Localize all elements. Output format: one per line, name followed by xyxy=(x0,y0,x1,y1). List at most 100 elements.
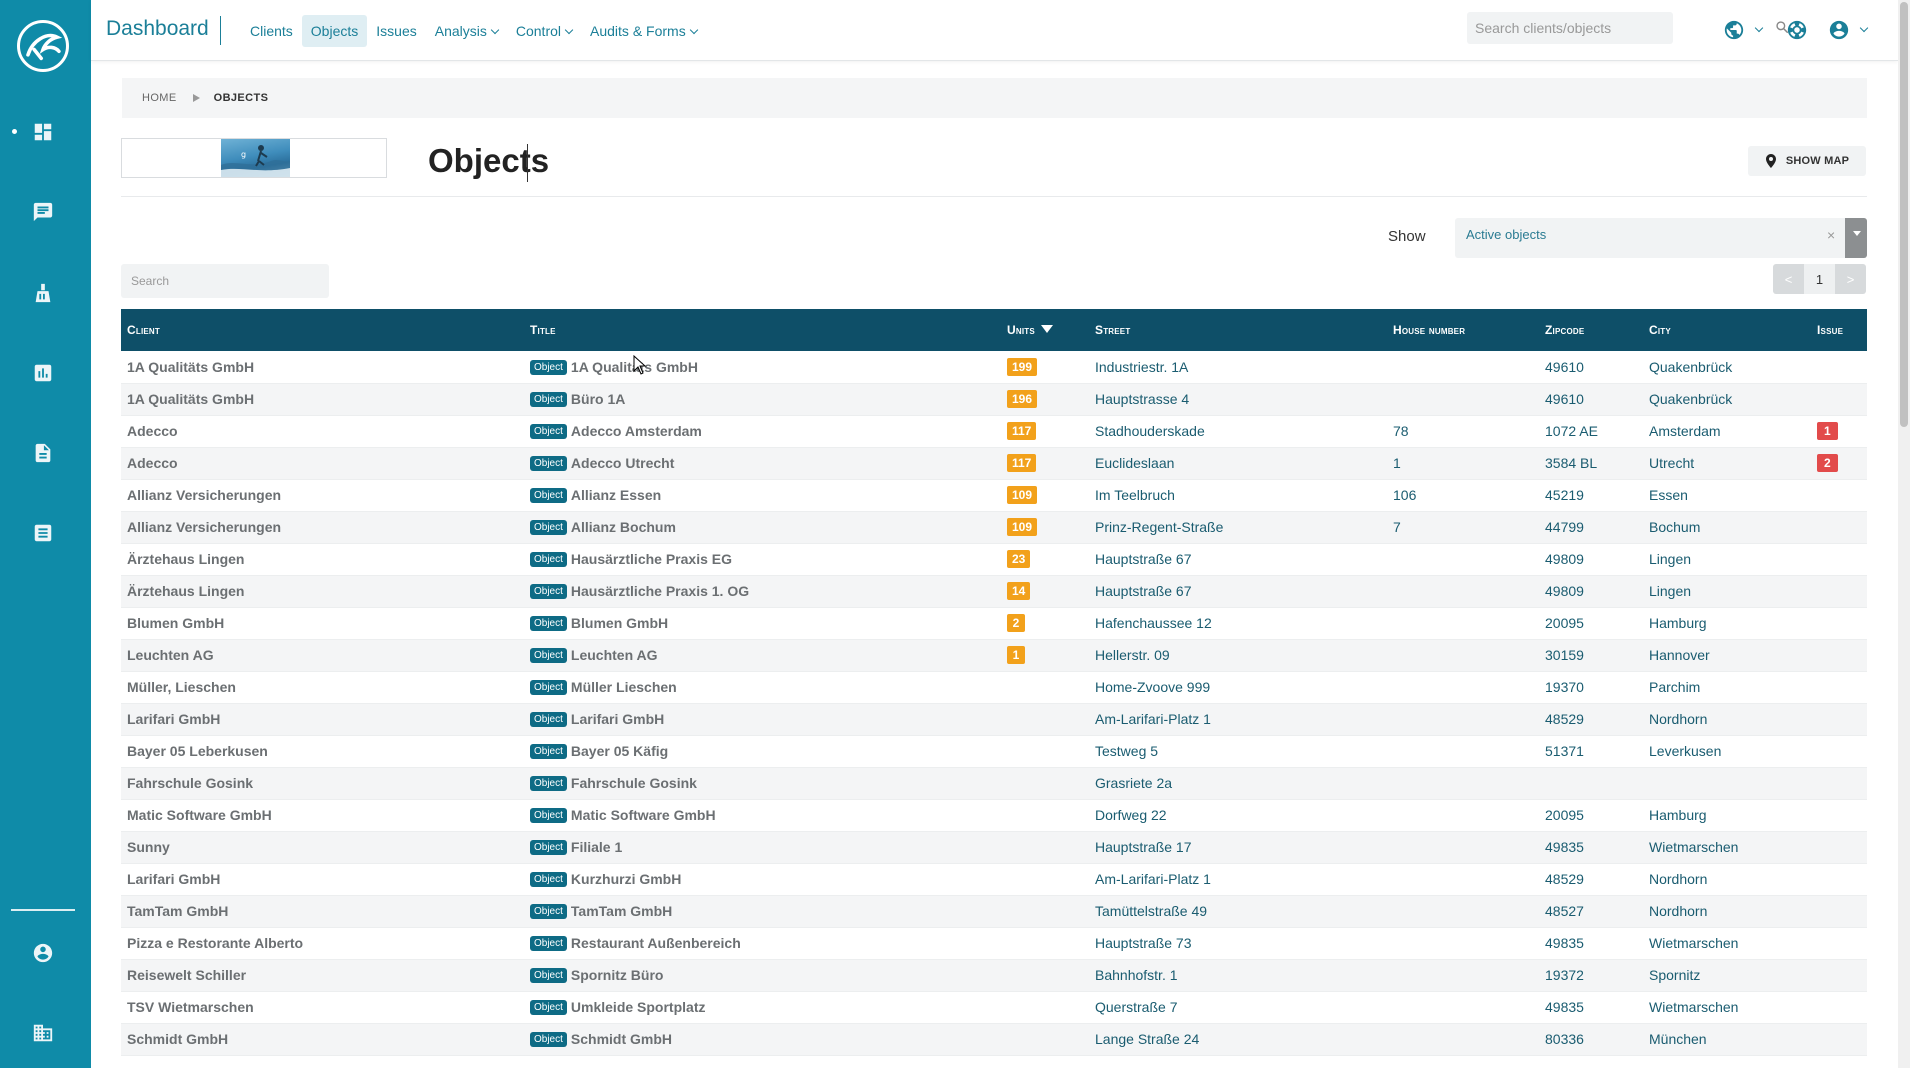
cell-title[interactable]: Object 1A Qualitäts GmbH xyxy=(524,351,1001,384)
show-filter-select[interactable]: Active objects × xyxy=(1455,218,1867,258)
cell-client[interactable]: Leuchten AG xyxy=(121,639,524,672)
column-header-title[interactable]: Title xyxy=(524,309,1001,351)
cell-client[interactable]: TamTam GmbH xyxy=(121,895,524,928)
column-header-units[interactable]: Units xyxy=(1001,309,1089,351)
cell-title[interactable]: Object Umkleide Sportplatz xyxy=(524,991,1001,1024)
table-row[interactable]: Müller, Lieschen Object Müller Lieschen Hom… xyxy=(121,671,1867,704)
cell-title[interactable]: Object Bayer 05 Käfig xyxy=(524,735,1001,768)
column-header-zipcode[interactable]: Zipcode xyxy=(1539,309,1643,351)
dropdown-arrow-icon[interactable] xyxy=(1845,218,1867,258)
table-row[interactable]: Fahrschule Gosink Object Fahrschule Gosink… xyxy=(121,767,1867,800)
cell-title[interactable]: Object Adecco Amsterdam xyxy=(524,415,1001,448)
table-row[interactable]: 1A Qualitäts GmbH Object Büro 1A 196 Hauptst… xyxy=(121,383,1867,416)
table-row[interactable]: Pizza e Restorante Alberto Object Restaura… xyxy=(121,927,1867,960)
cell-title[interactable]: Object Adecco Utrecht xyxy=(524,447,1001,480)
document-icon[interactable] xyxy=(29,439,56,466)
table-row[interactable]: Ärztehaus Lingen Object Hausärztliche Prax… xyxy=(121,543,1867,576)
cell-title[interactable]: Object Spornitz Büro xyxy=(524,959,1001,992)
nav-analysis[interactable]: Analysis xyxy=(426,15,507,47)
cell-title[interactable]: Object Allianz Bochum xyxy=(524,511,1001,544)
cell-title[interactable]: Object Larifari GmbH xyxy=(524,703,1001,736)
cell-client[interactable]: Ärztehaus Lingen xyxy=(121,543,524,576)
nav-issues[interactable]: Issues xyxy=(367,15,425,47)
column-header-street[interactable]: Street xyxy=(1089,309,1387,351)
clear-icon[interactable]: × xyxy=(1827,227,1835,243)
chat-icon[interactable] xyxy=(29,198,56,225)
cell-client[interactable]: 1A Qualitäts GmbH xyxy=(121,351,524,384)
table-row[interactable]: Schmidt GmbH Object Schmidt GmbH Lange Stra… xyxy=(121,1023,1867,1056)
cell-title[interactable]: Object Blumen GmbH xyxy=(524,607,1001,640)
cell-client[interactable]: Sunny xyxy=(121,831,524,864)
table-row[interactable]: Larifari GmbH Object Kurzhurzi GmbH Am-Lari… xyxy=(121,863,1867,896)
cell-client[interactable]: Blumen GmbH xyxy=(121,607,524,640)
language-menu[interactable] xyxy=(1723,18,1764,42)
pagination-page-1[interactable]: 1 xyxy=(1804,264,1835,294)
app-logo[interactable] xyxy=(17,20,69,72)
cell-client[interactable]: Larifari GmbH xyxy=(121,863,524,896)
issue-badge[interactable]: 2 xyxy=(1817,454,1838,472)
table-search-input[interactable] xyxy=(121,264,329,298)
table-row[interactable]: Adecco Object Adecco Amsterdam 117 Stadhoude… xyxy=(121,415,1867,448)
cell-title[interactable]: Object TamTam GmbH xyxy=(524,895,1001,928)
table-row[interactable]: Blumen GmbH Object Blumen GmbH 2 Hafenchauss… xyxy=(121,607,1867,640)
cell-client[interactable]: Müller, Lieschen xyxy=(121,671,524,704)
table-row[interactable]: Ärztehaus Lingen Object Hausärztliche Prax… xyxy=(121,575,1867,608)
cell-client[interactable]: Pizza e Restorante Alberto xyxy=(121,927,524,960)
cell-title[interactable]: Object Müller Lieschen xyxy=(524,671,1001,704)
column-header-city[interactable]: City xyxy=(1643,309,1811,351)
cell-client[interactable]: Fahrschule Gosink xyxy=(121,767,524,800)
table-row[interactable]: Sunny Object Filiale 1 Hauptstraße 17 49835 W… xyxy=(121,831,1867,864)
nav-clients[interactable]: Clients xyxy=(241,15,302,47)
cell-title[interactable]: Object Fahrschule Gosink xyxy=(524,767,1001,800)
cleaning-icon[interactable] xyxy=(29,279,56,306)
table-row[interactable]: Allianz Versicherungen Object Allianz Esse… xyxy=(121,479,1867,512)
table-row[interactable]: Matic Software GmbH Object Matic Software … xyxy=(121,799,1867,832)
cell-client[interactable]: Ärztehaus Lingen xyxy=(121,575,524,608)
cell-title[interactable]: Object Allianz Essen xyxy=(524,479,1001,512)
pagination-prev-button[interactable]: < xyxy=(1773,264,1804,294)
cell-title[interactable]: Object Matic Software GmbH xyxy=(524,799,1001,832)
cell-client[interactable]: 1A Qualitäts GmbH xyxy=(121,383,524,416)
column-header-client[interactable]: Client xyxy=(121,309,524,351)
table-row[interactable]: Adecco Object Adecco Utrecht 117 Euclideslaa… xyxy=(121,447,1867,480)
cell-client[interactable]: Matic Software GmbH xyxy=(121,799,524,832)
cell-title[interactable]: Object Restaurant Außenbereich xyxy=(524,927,1001,960)
cell-title[interactable]: Object Büro 1A xyxy=(524,383,1001,416)
table-row[interactable]: 1A Qualitäts GmbH Object 1A Qualitäts GmbH… xyxy=(121,351,1867,384)
nav-control[interactable]: Control xyxy=(507,15,581,47)
cell-title[interactable]: Object Schmidt GmbH xyxy=(524,1023,1001,1056)
table-row[interactable]: Bayer 05 Leberkusen Object Bayer 05 Käfig T… xyxy=(121,735,1867,768)
support-button[interactable] xyxy=(1786,18,1808,42)
cell-client[interactable]: Allianz Versicherungen xyxy=(121,511,524,544)
cell-title[interactable]: Object Leuchten AG xyxy=(524,639,1001,672)
scrollbar-thumb[interactable] xyxy=(1900,2,1908,427)
pagination-next-button[interactable]: > xyxy=(1835,264,1866,294)
cell-title[interactable]: Object Hausärztliche Praxis 1. OG xyxy=(524,575,1001,608)
page-scrollbar[interactable] xyxy=(1898,0,1910,1068)
table-row[interactable]: Leuchten AG Object Leuchten AG 1 Hellerstr. … xyxy=(121,639,1867,672)
building-icon[interactable] xyxy=(29,1019,56,1046)
table-row[interactable]: TamTam GmbH Object TamTam GmbH Tamüttelstra… xyxy=(121,895,1867,928)
breadcrumb-home[interactable]: HOME xyxy=(142,92,177,104)
nav-audits-forms[interactable]: Audits & Forms xyxy=(581,15,706,47)
cell-client[interactable]: TSV Wietmarschen xyxy=(121,991,524,1024)
cell-title[interactable]: Object Kurzhurzi GmbH xyxy=(524,863,1001,896)
cell-title[interactable]: Object Hausärztliche Praxis EG xyxy=(524,543,1001,576)
table-row[interactable]: Reisewelt Schiller Object Spornitz Büro Bah… xyxy=(121,959,1867,992)
issue-badge[interactable]: 1 xyxy=(1817,422,1838,440)
cell-client[interactable]: Schmidt GmbH xyxy=(121,1023,524,1056)
column-header-issue[interactable]: Issue xyxy=(1811,309,1867,351)
global-search-input[interactable] xyxy=(1467,12,1673,44)
analytics-icon[interactable] xyxy=(29,359,56,386)
table-row[interactable]: Larifari GmbH Object Larifari GmbH Am-Larif… xyxy=(121,703,1867,736)
cell-title[interactable]: Object Filiale 1 xyxy=(524,831,1001,864)
show-map-button[interactable]: SHOW MAP xyxy=(1748,146,1866,176)
cell-client[interactable]: Adecco xyxy=(121,415,524,448)
list-icon[interactable] xyxy=(29,519,56,546)
cell-client[interactable]: Bayer 05 Leberkusen xyxy=(121,735,524,768)
user-icon[interactable] xyxy=(29,939,56,966)
dashboard-icon[interactable] xyxy=(29,118,56,145)
app-title[interactable]: Dashboard xyxy=(106,17,209,41)
table-row[interactable]: Allianz Versicherungen Object Allianz Boch… xyxy=(121,511,1867,544)
cell-client[interactable]: Adecco xyxy=(121,447,524,480)
